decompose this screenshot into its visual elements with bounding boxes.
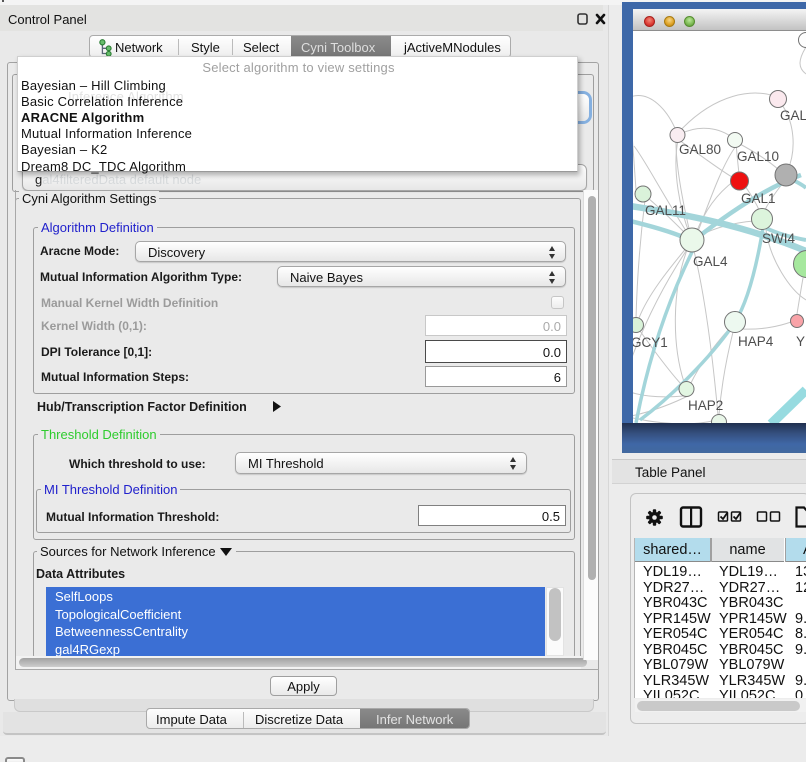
- svg-text:GAL7: GAL7: [780, 108, 806, 123]
- svg-text:GAL1: GAL1: [741, 191, 776, 206]
- svg-text:GAL4: GAL4: [693, 254, 728, 269]
- svg-text:GAL11: GAL11: [645, 203, 686, 218]
- svg-text:GAL10: GAL10: [737, 149, 779, 164]
- svg-text:HAP4: HAP4: [738, 334, 774, 349]
- svg-text:SWI4: SWI4: [762, 231, 795, 246]
- svg-text:HAP2: HAP2: [688, 398, 723, 413]
- svg-text:GCY1: GCY1: [633, 335, 668, 350]
- svg-text:Y: Y: [796, 334, 805, 349]
- svg-text:GAL80: GAL80: [679, 142, 721, 157]
